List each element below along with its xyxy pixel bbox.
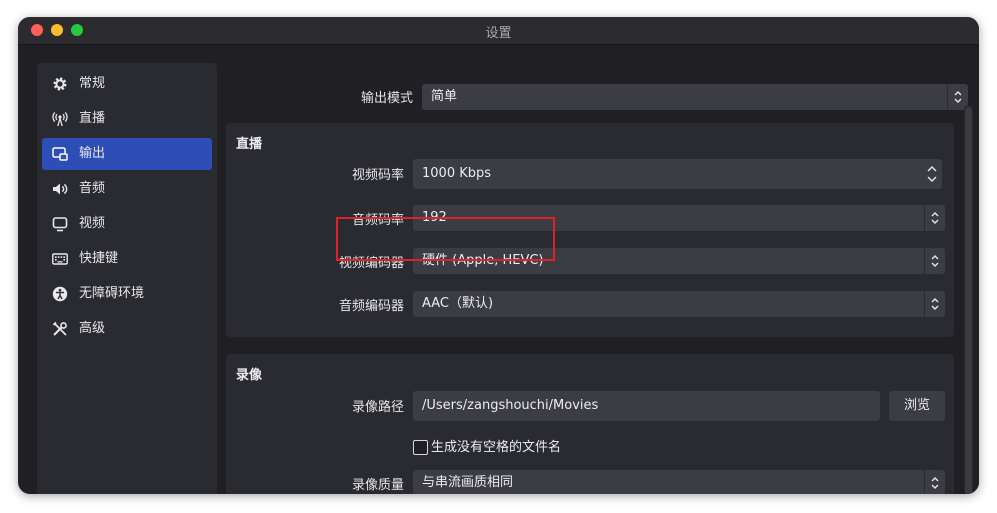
sidebar-item-general[interactable]: 常规	[42, 68, 212, 100]
recording-path-label: 录像路径	[351, 400, 404, 415]
sidebar-item-advanced[interactable]: 高级	[42, 313, 212, 345]
sidebar-item-label: 常规	[79, 76, 106, 91]
recording-path-input[interactable]: /Users/zangshouchi/Movies	[413, 391, 880, 421]
chevron-updown-icon	[931, 477, 939, 489]
video-bitrate-label: 视频码率	[351, 168, 404, 183]
accessibility-icon	[52, 286, 68, 302]
sidebar-item-label: 输出	[79, 146, 106, 161]
audio-encoder-label: 音频编码器	[338, 299, 404, 314]
recording-path-value: /Users/zangshouchi/Movies	[422, 398, 599, 413]
streaming-group-title: 直播	[236, 137, 263, 152]
sidebar-item-stream[interactable]: 直播	[42, 103, 212, 135]
recording-quality-label: 录像质量	[351, 478, 404, 493]
sidebar-item-label: 视频	[79, 216, 106, 231]
select-arrows	[924, 291, 945, 317]
output-mode-value: 简单	[431, 89, 458, 104]
sidebar-item-hotkeys[interactable]: 快捷键	[42, 243, 212, 275]
sidebar-item-label: 无障碍环境	[79, 286, 145, 301]
speaker-icon	[53, 183, 68, 195]
video-bitrate-value: 1000 Kbps	[422, 166, 492, 181]
recording-quality-select[interactable]: 与串流画质相同	[413, 470, 945, 494]
output-mode-select[interactable]: 简单	[422, 84, 968, 110]
select-arrows	[924, 205, 945, 231]
annotation-highlight-box	[336, 217, 555, 261]
audio-encoder-select[interactable]: AAC（默认)	[413, 291, 945, 317]
browse-button[interactable]: 浏览	[889, 391, 945, 421]
audio-encoder-value: AAC（默认)	[422, 296, 494, 311]
sidebar-item-audio[interactable]: 音频	[42, 173, 212, 205]
sidebar: 常规 直播 输出 音频 视频 快捷键 无障碍环境 高级	[37, 63, 217, 494]
recording-group: 录像 录像路径 /Users/zangshouchi/Movies 浏览 生成没…	[226, 354, 954, 494]
title-bar: 设置	[18, 17, 979, 45]
window-title: 设置	[485, 26, 512, 41]
select-arrows	[924, 470, 945, 494]
no-space-filename-checkbox[interactable]	[413, 440, 428, 455]
chevron-updown-icon	[931, 255, 939, 267]
spinbox-arrows[interactable]	[922, 159, 942, 189]
no-space-filename-label[interactable]: 生成没有空格的文件名	[431, 440, 561, 456]
sidebar-item-accessibility[interactable]: 无障碍环境	[42, 278, 212, 310]
scrollbar-thumb[interactable]	[965, 107, 972, 494]
tools-icon	[52, 321, 67, 336]
sidebar-item-label: 音频	[79, 181, 106, 196]
video-bitrate-spinbox[interactable]: 1000 Kbps	[413, 159, 942, 189]
chevron-updown-icon	[927, 166, 937, 182]
sidebar-item-video[interactable]: 视频	[42, 208, 212, 240]
output-icon	[52, 147, 68, 161]
gear-icon	[53, 77, 67, 91]
sidebar-item-label: 直播	[79, 111, 106, 126]
monitor-icon	[52, 217, 68, 232]
select-arrows	[924, 248, 945, 274]
chevron-updown-icon	[931, 212, 939, 224]
output-mode-label: 输出模式	[360, 91, 413, 106]
sidebar-item-output[interactable]: 输出	[42, 138, 212, 170]
recording-quality-value: 与串流画质相同	[422, 475, 514, 490]
broadcast-icon	[52, 112, 68, 127]
keyboard-icon	[52, 253, 68, 265]
sidebar-item-label: 高级	[79, 321, 106, 336]
sidebar-item-label: 快捷键	[79, 251, 119, 266]
settings-content: 输出模式 简单 直播 视频码率 1000 Kbps 音频码率 192 视频编码器…	[220, 63, 979, 494]
settings-scrollbar[interactable]	[964, 105, 973, 494]
chevron-updown-icon	[931, 298, 939, 310]
recording-group-title: 录像	[236, 368, 263, 383]
